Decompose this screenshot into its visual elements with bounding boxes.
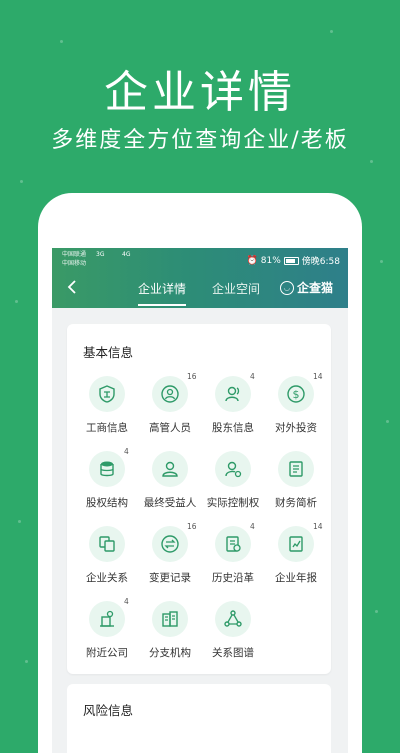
basic-info-card: 基本信息 工商信息 16 高管人员 4 股东信息 $14 对外投资 4 股权结构 最终受益人 实际控… xyxy=(67,324,331,674)
grid-item[interactable]: 工商信息 xyxy=(75,376,139,448)
back-button[interactable] xyxy=(62,276,82,302)
signal-3g: 3G xyxy=(96,251,105,258)
app-header: 中国联通 中国移动 3G 4G ⏰ 81% 傍晚6:58 企业详情 企业空间 ◡… xyxy=(52,248,348,308)
count-badge: 4 xyxy=(250,522,255,531)
basic-info-title: 基本信息 xyxy=(83,345,134,360)
grid-item[interactable]: 财务简析 xyxy=(264,451,328,523)
swap-icon xyxy=(152,526,188,562)
user-icon xyxy=(152,451,188,487)
history-doc-icon xyxy=(215,526,251,562)
chevron-left-icon xyxy=(67,280,76,294)
person-circle-icon xyxy=(152,376,188,412)
shareholder-icon xyxy=(215,376,251,412)
copy-icon xyxy=(89,526,125,562)
risk-info-title: 风险信息 xyxy=(83,703,134,718)
app-screen: 中国联通 中国移动 3G 4G ⏰ 81% 傍晚6:58 企业详情 企业空间 ◡… xyxy=(52,248,348,753)
count-badge: 16 xyxy=(187,522,197,531)
grid-item[interactable]: $14 对外投资 xyxy=(264,372,328,448)
alarm-icon: ⏰ xyxy=(246,255,258,266)
brand-logo[interactable]: ◡ 企查猫 xyxy=(280,279,333,296)
count-badge: 4 xyxy=(250,372,255,381)
cat-logo-icon: ◡ xyxy=(280,280,294,295)
battery-icon xyxy=(283,256,299,265)
count-badge: 16 xyxy=(187,372,197,381)
signal-4g: 4G xyxy=(122,251,131,258)
count-badge: 14 xyxy=(313,372,323,381)
grid-item-label: 企业年报 xyxy=(275,572,317,584)
grid-item[interactable]: 关系图谱 xyxy=(201,601,265,673)
count-badge: 14 xyxy=(313,522,323,531)
annual-report-icon xyxy=(278,526,314,562)
grid-item[interactable]: 实际控制权 xyxy=(201,451,265,523)
hero-subtitle: 多维度全方位查询企业/老板 xyxy=(51,128,349,153)
graph-icon xyxy=(215,601,251,637)
grid-item[interactable]: 16 变更记录 xyxy=(138,522,202,598)
user-gear-icon xyxy=(215,451,251,487)
grid-item[interactable]: 4 历史沿革 xyxy=(201,522,265,598)
grid-item[interactable]: 最终受益人 xyxy=(138,451,202,523)
dollar-circle-icon: $ xyxy=(278,376,314,412)
carrier-info: 中国联通 中国移动 xyxy=(62,250,86,268)
count-badge: 4 xyxy=(124,447,129,456)
tab-enterprise-space[interactable]: 企业空间 xyxy=(212,280,260,297)
tab-enterprise-detail[interactable]: 企业详情 xyxy=(138,280,187,306)
status-right: ⏰ 81% 傍晚6:58 xyxy=(246,254,340,268)
risk-info-card: 风险信息 xyxy=(67,684,331,753)
shield-icon xyxy=(89,376,125,412)
svg-text:$: $ xyxy=(293,388,300,401)
grid-item[interactable]: 企业关系 xyxy=(75,526,139,598)
database-icon xyxy=(89,451,125,487)
report-icon xyxy=(278,451,314,487)
status-bar: 中国联通 中国移动 3G 4G ⏰ 81% 傍晚6:58 xyxy=(52,248,348,270)
map-building-icon xyxy=(89,601,125,637)
grid-item[interactable]: 14 企业年报 xyxy=(264,522,328,598)
grid-item[interactable]: 16 高管人员 xyxy=(138,372,202,448)
battery-percent: 81% xyxy=(260,255,281,266)
grid-item[interactable]: 4 股权结构 xyxy=(75,447,139,523)
status-time: 傍晚6:58 xyxy=(301,257,340,267)
grid-item-label: 关系图谱 xyxy=(212,647,254,659)
grid-item[interactable]: 4 附近公司 xyxy=(75,597,139,673)
carrier-2: 中国移动 xyxy=(62,260,87,267)
buildings-icon xyxy=(152,601,188,637)
brand-name: 企查猫 xyxy=(297,281,334,295)
hero-title: 企业详情 xyxy=(104,67,296,118)
count-badge: 4 xyxy=(124,597,129,606)
grid-item-label: 对外投资 xyxy=(275,422,317,434)
carrier-1: 中国联通 xyxy=(62,251,87,258)
phone-frame: 中国联通 中国移动 3G 4G ⏰ 81% 傍晚6:58 企业详情 企业空间 ◡… xyxy=(38,193,362,753)
grid-item-label: 财务简析 xyxy=(275,497,317,509)
nav-bar: 企业详情 企业空间 ◡ 企查猫 xyxy=(52,270,348,308)
grid-item[interactable]: 分支机构 xyxy=(138,601,202,673)
grid-item[interactable]: 4 股东信息 xyxy=(201,372,265,448)
